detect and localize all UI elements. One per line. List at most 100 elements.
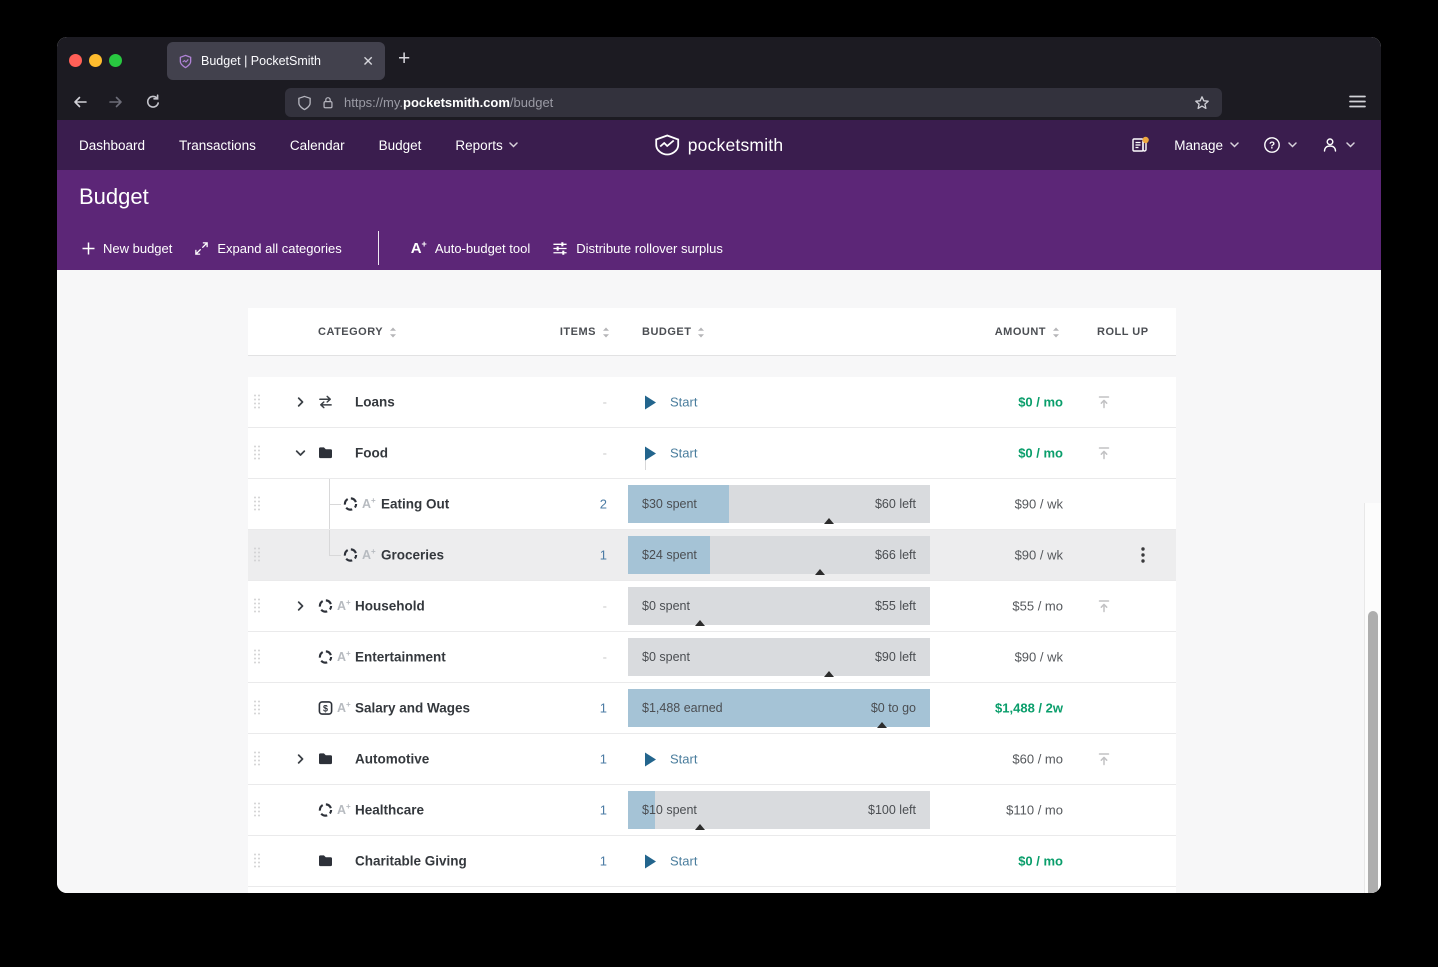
- start-budget-button[interactable]: Start: [645, 395, 697, 410]
- pace-marker-icon: [824, 518, 834, 524]
- category-label[interactable]: Food: [355, 446, 388, 461]
- distribute-rollover-button[interactable]: Distribute rollover surplus: [552, 241, 723, 256]
- sort-icon: [389, 327, 397, 338]
- rollover-icon: [318, 599, 333, 614]
- logo-shield-icon: [655, 134, 680, 156]
- budget-table: Loans-Start$0 / moFood-Start$0 / moA+Eat…: [248, 377, 1176, 893]
- items-count[interactable]: 2: [537, 497, 607, 512]
- items-count[interactable]: 1: [537, 854, 607, 869]
- drag-handle-icon[interactable]: [253, 853, 262, 870]
- items-count[interactable]: 1: [537, 701, 607, 716]
- reload-icon[interactable]: [145, 94, 161, 115]
- scrollbar-thumb[interactable]: [1368, 611, 1378, 893]
- drag-handle-icon[interactable]: [253, 598, 262, 615]
- budget-content: CATEGORY ITEMS BUDGET AMOUNT ROLL UP Loa…: [57, 270, 1381, 893]
- browser-toolbar: https://my.pocketsmith.com/budget: [57, 85, 1381, 120]
- category-label[interactable]: Eating Out: [381, 497, 449, 512]
- drag-handle-icon[interactable]: [253, 649, 262, 666]
- rollup-icon[interactable]: [1096, 445, 1112, 461]
- items-count[interactable]: 1: [537, 548, 607, 563]
- chevron-right-icon[interactable]: [295, 601, 306, 612]
- new-budget-button[interactable]: New budget: [82, 241, 172, 256]
- minimize-window-button[interactable]: [89, 54, 102, 67]
- items-count: -: [537, 650, 607, 665]
- start-budget-button[interactable]: Start: [645, 854, 697, 869]
- table-row: Automotive1Start$60 / mo: [248, 734, 1176, 785]
- column-amount[interactable]: AMOUNT: [995, 308, 1060, 356]
- items-count[interactable]: 1: [537, 752, 607, 767]
- drag-handle-icon[interactable]: [253, 802, 262, 819]
- table-row: A+Healthcare1$10 spent$100 left$110 / mo: [248, 785, 1176, 836]
- budget-progress-bar[interactable]: $0 spent$90 left: [628, 638, 930, 676]
- kebab-menu-icon[interactable]: [1141, 547, 1145, 563]
- nav-links: Dashboard Transactions Calendar Budget R…: [79, 120, 518, 170]
- budget-progress-bar[interactable]: $24 spent$66 left: [628, 536, 930, 574]
- drag-handle-icon[interactable]: [253, 394, 262, 411]
- rollup-icon[interactable]: [1096, 598, 1112, 614]
- category-label[interactable]: Entertainment: [355, 650, 446, 665]
- start-budget-button[interactable]: Start: [645, 446, 697, 461]
- auto-budget-icon: A+: [411, 240, 427, 257]
- chevron-down-icon: [1230, 142, 1239, 148]
- rollup-icon[interactable]: [1096, 751, 1112, 767]
- tracking-shield-icon[interactable]: [297, 95, 312, 111]
- category-label[interactable]: Household: [355, 599, 425, 614]
- drag-handle-icon[interactable]: [253, 700, 262, 717]
- category-label[interactable]: Automotive: [355, 752, 429, 767]
- chevron-right-icon[interactable]: [295, 754, 306, 765]
- items-count[interactable]: 1: [537, 803, 607, 818]
- zoom-window-button[interactable]: [109, 54, 122, 67]
- nav-item-reports[interactable]: Reports: [455, 138, 517, 153]
- rollup-icon[interactable]: [1096, 394, 1112, 410]
- close-tab-icon[interactable]: ✕: [362, 53, 374, 70]
- column-category[interactable]: CATEGORY: [318, 308, 397, 356]
- column-budget[interactable]: BUDGET: [642, 308, 705, 356]
- nav-item-transactions[interactable]: Transactions: [179, 138, 256, 153]
- drag-handle-icon[interactable]: [253, 445, 262, 462]
- help-menu[interactable]: ?: [1263, 136, 1297, 154]
- scrollbar[interactable]: [1364, 503, 1381, 893]
- drag-handle-icon[interactable]: [253, 496, 262, 513]
- drag-handle-icon[interactable]: [253, 751, 262, 768]
- chevron-down-icon[interactable]: [295, 448, 306, 459]
- pocketsmith-logo[interactable]: pocketsmith: [655, 120, 784, 170]
- category-label[interactable]: Groceries: [381, 548, 444, 563]
- category-label[interactable]: Salary and Wages: [355, 701, 470, 716]
- menu-icon[interactable]: [1349, 94, 1366, 114]
- sort-icon: [1052, 327, 1060, 338]
- site-navbar: Dashboard Transactions Calendar Budget R…: [57, 120, 1381, 170]
- news-icon[interactable]: [1131, 136, 1150, 154]
- nav-item-calendar[interactable]: Calendar: [290, 138, 345, 153]
- auto-budget-tool-button[interactable]: A+ Auto-budget tool: [411, 240, 531, 257]
- category-label[interactable]: Charitable Giving: [355, 854, 467, 869]
- budget-progress-bar[interactable]: $30 spent$60 left: [628, 485, 930, 523]
- forward-icon[interactable]: [108, 94, 124, 115]
- lock-icon[interactable]: [321, 95, 335, 110]
- nav-item-dashboard[interactable]: Dashboard: [79, 138, 145, 153]
- tab-title: Budget | PocketSmith: [201, 54, 362, 68]
- chevron-right-icon[interactable]: [295, 397, 306, 408]
- budget-progress-bar[interactable]: $1,488 earned$0 to go: [628, 689, 930, 727]
- manage-menu[interactable]: Manage: [1174, 138, 1239, 153]
- sort-icon: [602, 327, 610, 338]
- rollover-icon: [318, 803, 333, 818]
- close-window-button[interactable]: [69, 54, 82, 67]
- bookmark-star-icon[interactable]: [1194, 95, 1210, 111]
- column-items[interactable]: ITEMS: [507, 308, 610, 356]
- amount-value: $0 / mo: [1018, 446, 1063, 461]
- url-bar[interactable]: https://my.pocketsmith.com/budget: [285, 88, 1222, 117]
- category-label[interactable]: Healthcare: [355, 803, 424, 818]
- category-label[interactable]: Loans: [355, 395, 395, 410]
- expand-all-categories-button[interactable]: Expand all categories: [194, 241, 341, 256]
- table-row: Food-Start$0 / mo: [248, 428, 1176, 479]
- account-menu[interactable]: [1321, 136, 1355, 154]
- budget-progress-bar[interactable]: $10 spent$100 left: [628, 791, 930, 829]
- back-icon[interactable]: [72, 94, 88, 115]
- budget-progress-bar[interactable]: $0 spent$55 left: [628, 587, 930, 625]
- start-budget-button[interactable]: Start: [645, 752, 697, 767]
- folder-icon: [318, 855, 333, 868]
- browser-tab[interactable]: Budget | PocketSmith ✕: [167, 42, 385, 80]
- nav-item-budget[interactable]: Budget: [379, 138, 422, 153]
- drag-handle-icon[interactable]: [253, 547, 262, 564]
- new-tab-button[interactable]: +: [398, 47, 410, 71]
